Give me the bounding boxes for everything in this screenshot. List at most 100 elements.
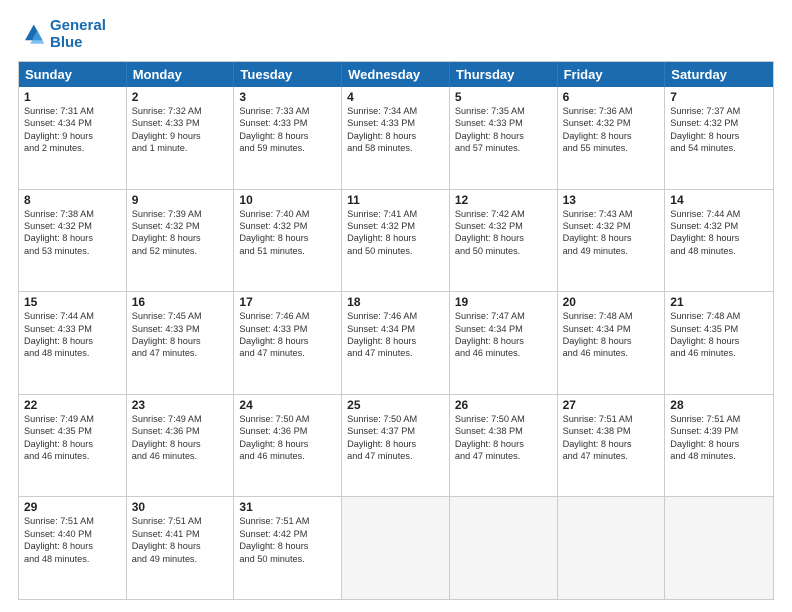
cell-line-2: Daylight: 8 hours <box>563 335 660 347</box>
cell-line-0: Sunrise: 7:50 AM <box>239 413 336 425</box>
cell-line-3: and 47 minutes. <box>563 450 660 462</box>
cell-line-3: and 46 minutes. <box>563 347 660 359</box>
day-cell-8: 8Sunrise: 7:38 AMSunset: 4:32 PMDaylight… <box>19 190 127 292</box>
cell-line-3: and 50 minutes. <box>455 245 552 257</box>
empty-cell <box>665 497 773 599</box>
cell-line-1: Sunset: 4:32 PM <box>670 117 768 129</box>
day-cell-18: 18Sunrise: 7:46 AMSunset: 4:34 PMDayligh… <box>342 292 450 394</box>
day-number: 6 <box>563 90 660 104</box>
cell-line-2: Daylight: 8 hours <box>670 438 768 450</box>
day-cell-14: 14Sunrise: 7:44 AMSunset: 4:32 PMDayligh… <box>665 190 773 292</box>
cell-line-1: Sunset: 4:32 PM <box>347 220 444 232</box>
cell-line-2: Daylight: 8 hours <box>132 232 229 244</box>
cell-line-2: Daylight: 8 hours <box>24 232 121 244</box>
cell-line-0: Sunrise: 7:44 AM <box>24 310 121 322</box>
cell-line-1: Sunset: 4:33 PM <box>347 117 444 129</box>
cell-line-2: Daylight: 8 hours <box>347 335 444 347</box>
cell-line-2: Daylight: 8 hours <box>563 130 660 142</box>
cell-line-3: and 48 minutes. <box>670 450 768 462</box>
cell-line-1: Sunset: 4:36 PM <box>132 425 229 437</box>
cell-line-3: and 47 minutes. <box>239 347 336 359</box>
cell-line-2: Daylight: 8 hours <box>347 438 444 450</box>
cell-line-1: Sunset: 4:33 PM <box>239 323 336 335</box>
cell-line-2: Daylight: 8 hours <box>132 540 229 552</box>
day-cell-28: 28Sunrise: 7:51 AMSunset: 4:39 PMDayligh… <box>665 395 773 497</box>
cell-line-0: Sunrise: 7:40 AM <box>239 208 336 220</box>
day-number: 24 <box>239 398 336 412</box>
day-number: 10 <box>239 193 336 207</box>
cell-line-3: and 54 minutes. <box>670 142 768 154</box>
day-cell-9: 9Sunrise: 7:39 AMSunset: 4:32 PMDaylight… <box>127 190 235 292</box>
day-cell-22: 22Sunrise: 7:49 AMSunset: 4:35 PMDayligh… <box>19 395 127 497</box>
day-number: 7 <box>670 90 768 104</box>
cell-line-0: Sunrise: 7:39 AM <box>132 208 229 220</box>
cell-line-2: Daylight: 8 hours <box>347 232 444 244</box>
cell-line-0: Sunrise: 7:51 AM <box>132 515 229 527</box>
cell-line-0: Sunrise: 7:48 AM <box>563 310 660 322</box>
header-day-tuesday: Tuesday <box>234 62 342 87</box>
day-number: 17 <box>239 295 336 309</box>
day-number: 22 <box>24 398 121 412</box>
cell-line-0: Sunrise: 7:49 AM <box>132 413 229 425</box>
cell-line-1: Sunset: 4:32 PM <box>455 220 552 232</box>
calendar-body: 1Sunrise: 7:31 AMSunset: 4:34 PMDaylight… <box>19 87 773 599</box>
day-cell-27: 27Sunrise: 7:51 AMSunset: 4:38 PMDayligh… <box>558 395 666 497</box>
cell-line-2: Daylight: 8 hours <box>563 438 660 450</box>
cell-line-2: Daylight: 8 hours <box>239 438 336 450</box>
cell-line-3: and 46 minutes. <box>239 450 336 462</box>
cell-line-3: and 47 minutes. <box>347 450 444 462</box>
calendar-week-2: 8Sunrise: 7:38 AMSunset: 4:32 PMDaylight… <box>19 189 773 292</box>
day-number: 8 <box>24 193 121 207</box>
cell-line-3: and 48 minutes. <box>24 347 121 359</box>
day-number: 11 <box>347 193 444 207</box>
day-number: 4 <box>347 90 444 104</box>
cell-line-2: Daylight: 8 hours <box>455 335 552 347</box>
cell-line-0: Sunrise: 7:51 AM <box>24 515 121 527</box>
day-cell-31: 31Sunrise: 7:51 AMSunset: 4:42 PMDayligh… <box>234 497 342 599</box>
cell-line-1: Sunset: 4:34 PM <box>347 323 444 335</box>
calendar-week-1: 1Sunrise: 7:31 AMSunset: 4:34 PMDaylight… <box>19 87 773 189</box>
cell-line-2: Daylight: 8 hours <box>24 335 121 347</box>
cell-line-0: Sunrise: 7:48 AM <box>670 310 768 322</box>
day-number: 20 <box>563 295 660 309</box>
cell-line-2: Daylight: 8 hours <box>24 438 121 450</box>
calendar: SundayMondayTuesdayWednesdayThursdayFrid… <box>18 61 774 600</box>
cell-line-0: Sunrise: 7:51 AM <box>239 515 336 527</box>
day-cell-19: 19Sunrise: 7:47 AMSunset: 4:34 PMDayligh… <box>450 292 558 394</box>
cell-line-3: and 50 minutes. <box>347 245 444 257</box>
day-cell-17: 17Sunrise: 7:46 AMSunset: 4:33 PMDayligh… <box>234 292 342 394</box>
cell-line-0: Sunrise: 7:43 AM <box>563 208 660 220</box>
day-number: 9 <box>132 193 229 207</box>
page: General Blue SundayMondayTuesdayWednesda… <box>0 0 792 612</box>
cell-line-1: Sunset: 4:32 PM <box>132 220 229 232</box>
day-cell-5: 5Sunrise: 7:35 AMSunset: 4:33 PMDaylight… <box>450 87 558 189</box>
day-number: 1 <box>24 90 121 104</box>
day-number: 15 <box>24 295 121 309</box>
cell-line-0: Sunrise: 7:46 AM <box>347 310 444 322</box>
day-number: 31 <box>239 500 336 514</box>
day-number: 18 <box>347 295 444 309</box>
cell-line-3: and 1 minute. <box>132 142 229 154</box>
cell-line-2: Daylight: 8 hours <box>563 232 660 244</box>
cell-line-2: Daylight: 8 hours <box>670 232 768 244</box>
day-number: 13 <box>563 193 660 207</box>
day-number: 23 <box>132 398 229 412</box>
cell-line-2: Daylight: 8 hours <box>24 540 121 552</box>
empty-cell <box>450 497 558 599</box>
empty-cell <box>342 497 450 599</box>
cell-line-3: and 47 minutes. <box>132 347 229 359</box>
cell-line-2: Daylight: 8 hours <box>132 335 229 347</box>
cell-line-3: and 48 minutes. <box>24 553 121 565</box>
cell-line-1: Sunset: 4:38 PM <box>455 425 552 437</box>
cell-line-3: and 46 minutes. <box>455 347 552 359</box>
cell-line-2: Daylight: 8 hours <box>239 540 336 552</box>
cell-line-2: Daylight: 8 hours <box>455 130 552 142</box>
cell-line-3: and 2 minutes. <box>24 142 121 154</box>
logo: General Blue <box>18 18 106 51</box>
day-number: 2 <box>132 90 229 104</box>
day-number: 21 <box>670 295 768 309</box>
cell-line-0: Sunrise: 7:49 AM <box>24 413 121 425</box>
cell-line-1: Sunset: 4:34 PM <box>24 117 121 129</box>
cell-line-3: and 49 minutes. <box>132 553 229 565</box>
day-cell-30: 30Sunrise: 7:51 AMSunset: 4:41 PMDayligh… <box>127 497 235 599</box>
